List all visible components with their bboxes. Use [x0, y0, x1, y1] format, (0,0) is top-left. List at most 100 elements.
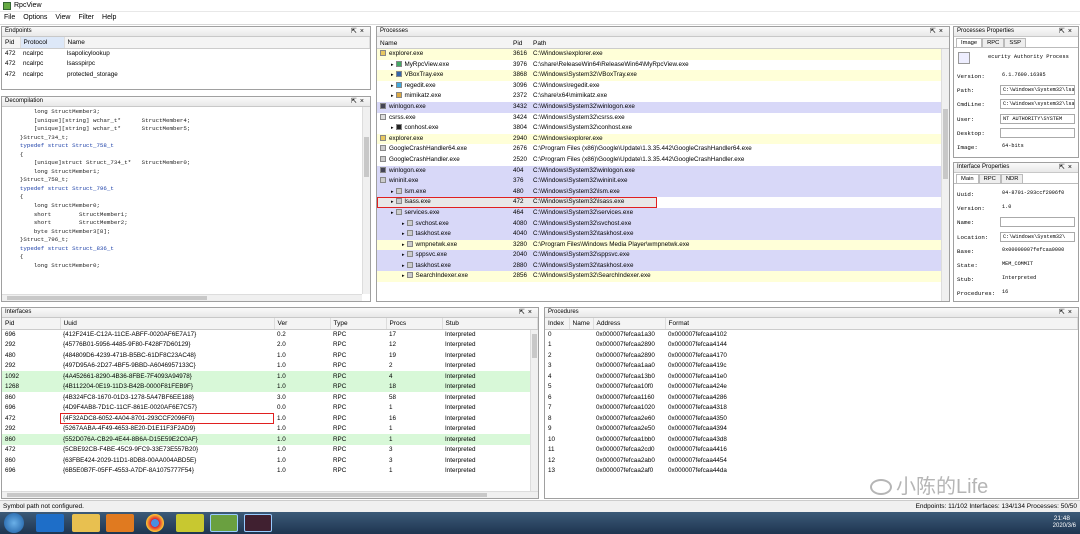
decompilation-hscroll[interactable]: [2, 294, 362, 301]
process-row[interactable]: ▸ taskhost.exe 4040 C:\Windows\System32\tas…: [377, 229, 949, 240]
process-row[interactable]: explorer.exe 3616 C:\Windows\explorer.exe: [377, 49, 949, 60]
menu-view[interactable]: View: [51, 12, 74, 23]
property-value[interactable]: [1000, 127, 1075, 138]
process-row[interactable]: ▸ lsm.exe 480 C:\Windows\System32\lsm.exe: [377, 186, 949, 198]
procedure-row[interactable]: 10 0x000007fefcaa1bb0 0x000007fefcaa43d8: [545, 434, 1078, 445]
property-value[interactable]: C:\Windows\system32\lsas: [1000, 99, 1075, 110]
property-value[interactable]: C:\Windows\System32\: [1000, 231, 1075, 242]
process-row[interactable]: ▸ mimikatz.exe 2372 C:\share\x64\mimikatz.e…: [377, 91, 949, 102]
procedure-row[interactable]: 11 0x000007fefcaa2cd0 0x000007fefcaa4416: [545, 445, 1078, 456]
endpoint-row[interactable]: 472 ncalrpc protected_storage: [2, 69, 370, 80]
menu-filter[interactable]: Filter: [74, 12, 98, 23]
tab-image[interactable]: Image: [956, 38, 983, 47]
process-row[interactable]: ▸ svchost.exe 4080 C:\Windows\System32\svch…: [377, 218, 949, 230]
process-row[interactable]: ▸ services.exe 464 C:\Windows\System32\serv…: [377, 207, 949, 219]
tree-expander-icon[interactable]: ▸: [402, 273, 405, 279]
process-row[interactable]: csrss.exe 3424 C:\Windows\System32\csrss.e…: [377, 112, 949, 124]
process-row[interactable]: ▸ taskhost.exe 2880 C:\Windows\System32\tas…: [377, 260, 949, 272]
col-uuid[interactable]: Uuid: [60, 318, 275, 330]
interface-row[interactable]: 480 {484809D6-4239-471B-B5BC-61DF8C23AC48…: [2, 350, 538, 361]
col-pid[interactable]: Pid: [2, 37, 21, 49]
interface-row[interactable]: 472 {5CBE92CB-F4BE-45C9-9FC9-33E73E557B20…: [2, 444, 538, 455]
process-row[interactable]: ▸ MyRpcView.exe 3976 C:\share\ReleaseWin64\…: [377, 59, 949, 71]
tree-expander-icon[interactable]: ▸: [402, 263, 405, 269]
app-icon[interactable]: [176, 514, 204, 532]
interface-row[interactable]: 1268 {4B112204-0E19-11D3-B42B-0000F81FEB9…: [2, 381, 538, 392]
interface-row[interactable]: 292 {497D95A6-2D27-4BF5-9BBD-A6046957133C…: [2, 360, 538, 371]
process-row[interactable]: winlogon.exe 3432 C:\Windows\System32\winl…: [377, 101, 949, 113]
property-value[interactable]: NT AUTHORITY\SYSTEM: [1000, 113, 1075, 124]
decompiled-code[interactable]: long StructMember3; [unique][string] wch…: [2, 107, 370, 271]
process-row[interactable]: ▸ VBoxTray.exe 3868 C:\Windows\System32\VBo…: [377, 70, 949, 81]
endpoint-row[interactable]: 472 ncalrpc lsasspirpc: [2, 59, 370, 70]
col-name[interactable]: Name: [569, 318, 594, 330]
panel-controls[interactable]: ⇱×: [1059, 27, 1075, 35]
property-value[interactable]: [1000, 217, 1075, 228]
interfaces-hscroll[interactable]: [2, 491, 538, 498]
col-pid[interactable]: Pid: [2, 318, 61, 330]
process-row[interactable]: ▸ sppsvc.exe 2040 C:\Windows\System32\sppsv…: [377, 250, 949, 261]
panel-controls[interactable]: ⇱×: [519, 308, 535, 316]
processes-vscroll[interactable]: [941, 49, 949, 301]
procedure-row[interactable]: 1 0x000007fefcaa2890 0x000007fefcaa4144: [545, 340, 1078, 351]
tree-expander-icon[interactable]: ▸: [402, 231, 405, 237]
process-row[interactable]: ▸ lsass.exe 472 C:\Windows\System32\lsass.e…: [377, 197, 657, 208]
tree-expander-icon[interactable]: ▸: [402, 242, 405, 248]
procedure-row[interactable]: 12 0x000007fefcaa2ab0 0x000007fefcaa4454: [545, 455, 1078, 466]
col-name[interactable]: Name: [380, 40, 397, 47]
interface-row[interactable]: 860 {4B324FC8-1670-01D3-1278-5A47BF6EE188…: [2, 392, 538, 403]
process-row[interactable]: explorer.exe 2940 C:\Windows\explorer.exe: [377, 133, 949, 145]
col-type[interactable]: Type: [330, 318, 387, 330]
procedure-row[interactable]: 3 0x000007fefcaa1aa0 0x000007fefcaa419c: [545, 361, 1078, 372]
rpcview-taskbar-icon[interactable]: [210, 514, 238, 532]
endpoint-row[interactable]: 472 ncalrpc lsapolicylookup: [2, 48, 370, 59]
col-protocol[interactable]: Protocol: [20, 37, 65, 49]
interface-row[interactable]: 696 {6B5E0B7F-05FF-4553-A7DF-8A1075777F54…: [2, 465, 538, 476]
process-row[interactable]: wininit.exe 376 C:\Windows\System32\winini…: [377, 176, 949, 187]
menu-file[interactable]: File: [0, 12, 19, 23]
panel-controls[interactable]: ⇱×: [1059, 308, 1075, 316]
panel-controls[interactable]: ⇱×: [1059, 163, 1075, 171]
col-index[interactable]: Index: [545, 318, 570, 330]
interface-row[interactable]: 696 {412F241E-C12A-11CE-ABFF-0020AF6E7A17…: [2, 329, 538, 340]
col-stub[interactable]: Stub: [442, 318, 538, 330]
process-row[interactable]: ▸ regedit.exe 3096 C:\Windows\regedit.exe: [377, 80, 949, 92]
monitor-taskbar-icon[interactable]: [244, 514, 272, 532]
interface-row[interactable]: 860 {552D076A-CB29-4E44-8B6A-D15E59E2C0AF…: [2, 434, 538, 445]
procedure-row[interactable]: 6 0x000007fefcaa1160 0x000007fefcaa4286: [545, 392, 1078, 403]
tree-expander-icon[interactable]: ▸: [391, 125, 394, 131]
tree-expander-icon[interactable]: ▸: [391, 199, 394, 205]
process-row[interactable]: winlogon.exe 404 C:\Windows\System32\winlo…: [377, 165, 949, 177]
interface-row[interactable]: 472 {4F32ADC8-6052-4A04-8701-293CCF2096F0…: [2, 413, 538, 424]
procedure-row[interactable]: 9 0x000007fefcaa2e50 0x000007fefcaa4394: [545, 424, 1078, 435]
col-format[interactable]: Format: [665, 318, 1078, 330]
procedure-row[interactable]: 5 0x000007fefcaa10f0 0x000007fefcaa424e: [545, 382, 1078, 393]
decompilation-vscroll[interactable]: [362, 107, 370, 294]
panel-controls[interactable]: ⇱×: [351, 97, 367, 105]
col-address[interactable]: Address: [593, 318, 666, 330]
process-row[interactable]: ▸ wmpnetwk.exe 3280 C:\Program Files\Window…: [377, 239, 949, 251]
col-pid[interactable]: Pid: [513, 40, 522, 47]
explorer-icon[interactable]: [72, 514, 100, 532]
interface-row[interactable]: 696 {4D9F4AB8-7D1C-11CF-861E-0020AF6E7C57…: [2, 402, 538, 413]
menu-help[interactable]: Help: [98, 12, 120, 23]
property-value[interactable]: C:\Windows\System32\lsass: [1000, 85, 1075, 96]
process-row[interactable]: GoogleCrashHandler64.exe 2676 C:\Program F…: [377, 144, 949, 155]
panel-controls[interactable]: ⇱×: [351, 27, 367, 35]
col-path[interactable]: Path: [533, 40, 546, 47]
chrome-icon[interactable]: [146, 514, 164, 532]
col-ver[interactable]: Ver: [274, 318, 331, 330]
tree-expander-icon[interactable]: ▸: [391, 62, 394, 68]
tree-expander-icon[interactable]: ▸: [402, 252, 405, 258]
process-row[interactable]: ▸ SearchIndexer.exe 2856 C:\Windows\System3…: [377, 271, 949, 283]
tree-expander-icon[interactable]: ▸: [391, 189, 394, 195]
interfaces-vscroll[interactable]: [530, 330, 538, 491]
process-row[interactable]: ▸ conhost.exe 3804 C:\Windows\System32\conh…: [377, 123, 949, 134]
tree-expander-icon[interactable]: ▸: [402, 221, 405, 227]
tab-rpc[interactable]: RPC: [978, 174, 1001, 183]
interface-row[interactable]: 860 {63FBE424-2029-11D1-8DB8-00AA004ABD5E…: [2, 455, 538, 466]
col-name[interactable]: Name: [64, 37, 370, 49]
media-player-icon[interactable]: [106, 514, 134, 532]
start-button[interactable]: [4, 513, 24, 533]
panel-controls[interactable]: ⇱×: [930, 27, 946, 35]
